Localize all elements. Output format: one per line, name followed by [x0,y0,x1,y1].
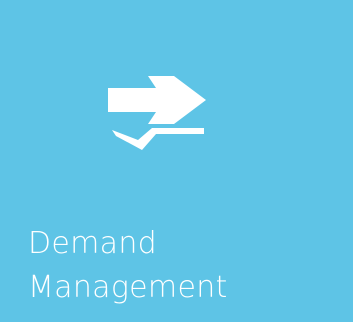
tile-label-line2: Management [28,270,228,305]
page: Demand Management [0,0,353,336]
demand-management-icon [108,64,212,166]
tile-label-line1: Demand [28,226,158,261]
tile-label: Demand Management [28,222,348,310]
demand-management-tile[interactable]: Demand Management [0,0,353,322]
